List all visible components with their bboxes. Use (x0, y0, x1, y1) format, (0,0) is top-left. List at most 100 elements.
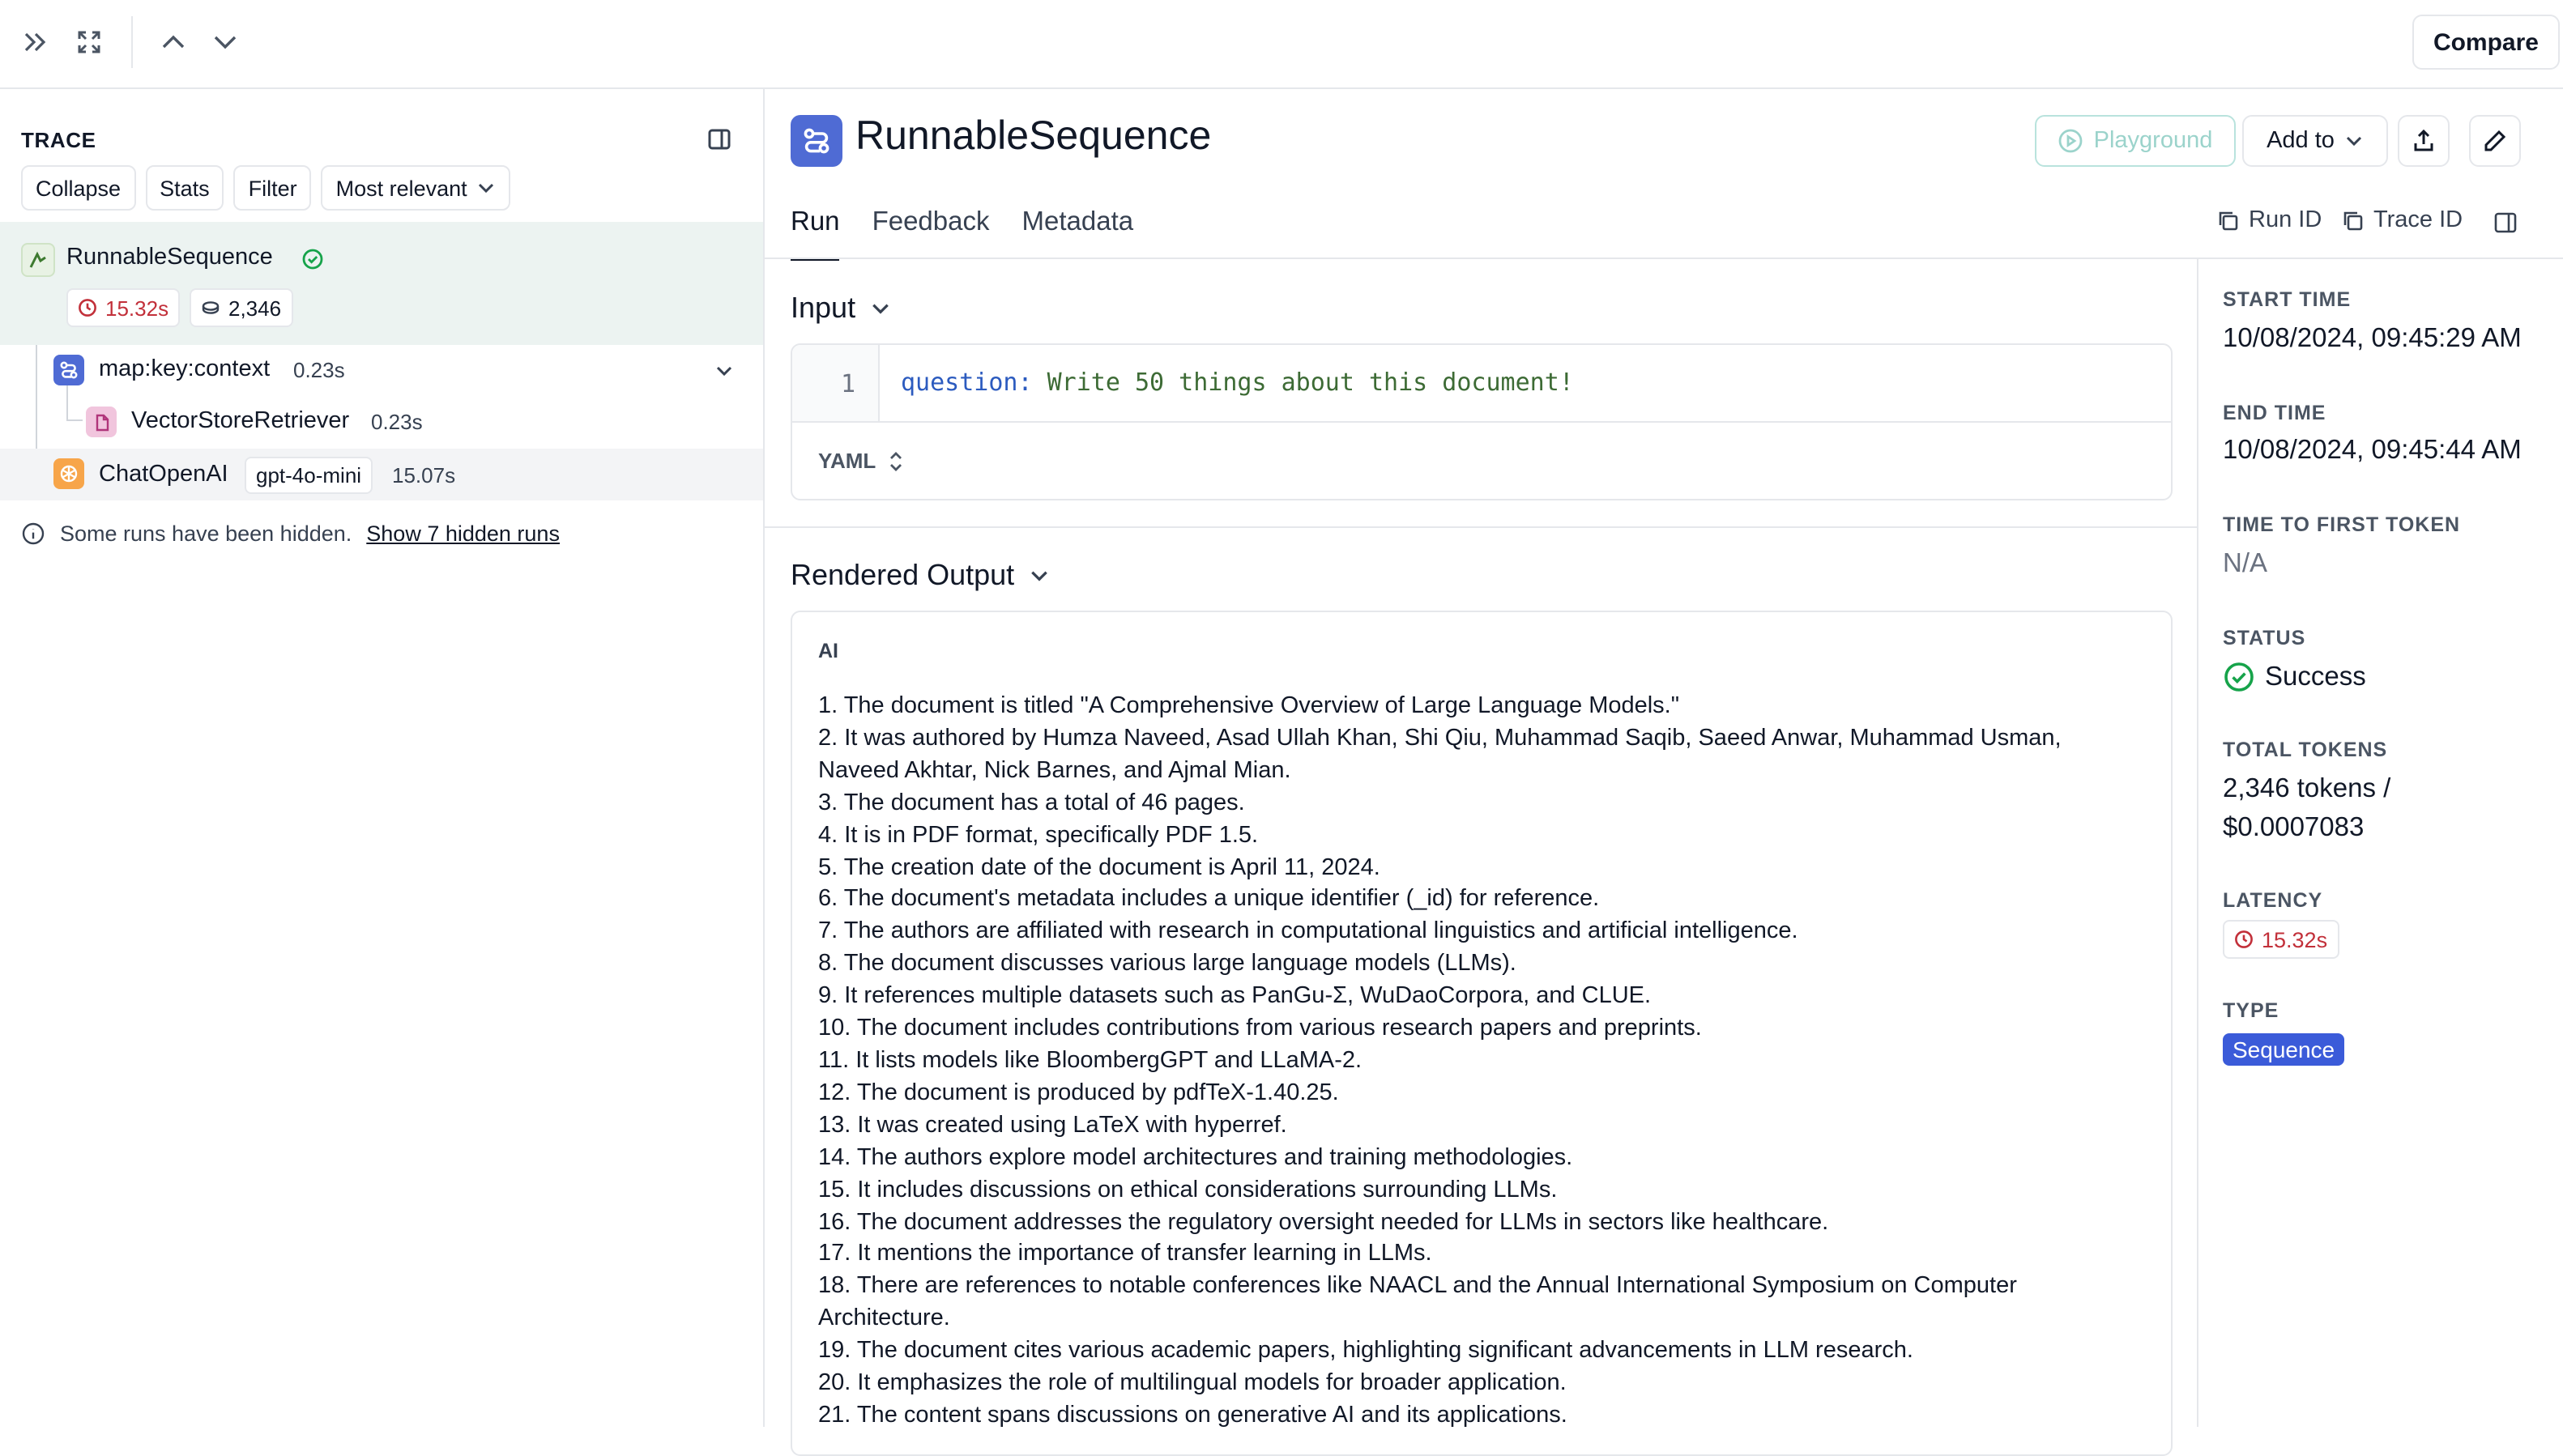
latency-value: 15.32s (2262, 927, 2328, 952)
format-bar: YAML (792, 421, 2171, 499)
token-value: 2,346 (228, 296, 282, 320)
tree-line (66, 419, 83, 421)
output-line: 11. It lists models like BloombergGPT an… (818, 1047, 1363, 1074)
clock-icon (79, 299, 96, 317)
input-code-editor[interactable]: 1 question: Write 50 things about this d… (791, 343, 2173, 500)
output-line: 5. The creation date of the document is … (818, 854, 1380, 881)
trace-panel: TRACE Collapse Stats Filter Most relevan… (0, 89, 765, 1427)
collapse-panel-icon[interactable] (13, 19, 58, 65)
tree-line (66, 384, 68, 419)
copy-icon (2343, 211, 2363, 230)
chevron-up-icon[interactable] (151, 19, 196, 65)
tab-run[interactable]: Run (791, 207, 840, 261)
tab-feedback[interactable]: Feedback (872, 207, 990, 258)
sequence-icon (791, 115, 842, 167)
format-selector[interactable]: YAML (818, 449, 903, 473)
sequence-icon (53, 355, 84, 385)
output-line: 13. It was created using LaTeX with hype… (818, 1112, 1287, 1139)
output-line: 6. The document's metadata includes a un… (818, 886, 1600, 913)
page-title: RunnableSequence (855, 113, 1212, 159)
output-line: 21. The content spans discussions on gen… (818, 1402, 1567, 1428)
type-label: TYPE (2223, 999, 2279, 1022)
token-coin-icon (202, 301, 220, 314)
openai-icon (53, 458, 84, 489)
output-line: 9. It references multiple datasets such … (818, 983, 1652, 1010)
total-cost-value: $0.0007083 (2223, 813, 2365, 842)
message-role-label: AI (818, 640, 838, 662)
latency-badge: 15.32s (66, 288, 181, 327)
chain-icon (21, 243, 55, 277)
ttft-label: TIME TO FIRST TOKEN (2223, 513, 2461, 536)
total-tokens-value: 2,346 tokens / (2223, 774, 2391, 803)
share-button[interactable] (2398, 115, 2450, 167)
compare-button[interactable]: Compare (2412, 15, 2560, 70)
type-badge: Sequence (2223, 1033, 2345, 1066)
format-label: YAML (818, 449, 876, 473)
trace-id-label: Trace ID (2373, 207, 2463, 233)
node-time: 15.07s (392, 463, 456, 487)
collapse-button[interactable]: Collapse (21, 165, 136, 211)
stats-button[interactable]: Stats (145, 165, 224, 211)
output-line: 4. It is in PDF format, specifically PDF… (818, 822, 1259, 849)
copy-trace-id-button[interactable]: Trace ID (2341, 207, 2463, 233)
output-line: 16. The document addresses the regulator… (818, 1209, 1829, 1235)
code-line: question: Write 50 things about this doc… (901, 368, 1574, 397)
tree-item-vector-store-retriever[interactable]: VectorStoreRetriever (131, 408, 349, 434)
code-key: question: (901, 368, 1033, 397)
copy-icon (2219, 211, 2238, 230)
add-to-button[interactable]: Add to (2242, 115, 2388, 167)
output-section-toggle[interactable]: Rendered Output (791, 559, 1050, 593)
end-time-value: 10/08/2024, 09:45:44 AM (2223, 436, 2522, 465)
status-value-row: Success (2223, 661, 2366, 693)
output-line: 7. The authors are affiliated with resea… (818, 918, 1798, 945)
output-line: 8. The document discusses various large … (818, 951, 1516, 977)
code-value: Write 50 things about this document! (1032, 368, 1574, 397)
info-icon (22, 522, 45, 545)
playground-button[interactable]: Playground (2035, 115, 2236, 167)
chevron-down-icon[interactable] (203, 19, 248, 65)
sort-dropdown[interactable]: Most relevant (321, 165, 511, 211)
hidden-runs-notice: Some runs have been hidden. Show 7 hidde… (21, 522, 560, 546)
trace-filter-chips: Collapse Stats Filter Most relevant (21, 165, 511, 211)
input-section-toggle[interactable]: Input (791, 292, 891, 326)
output-line: 19. The document cites various academic … (818, 1338, 1913, 1364)
tree-item-chat-openai: ChatOpenAI (99, 462, 228, 487)
filter-button[interactable]: Filter (233, 165, 312, 211)
expand-icon[interactable] (66, 19, 112, 65)
run-details-sidebar: START TIME 10/08/2024, 09:45:29 AM END T… (2223, 259, 2563, 1427)
top-toolbar: Compare (0, 0, 2563, 89)
run-content: Input 1 question: Write 50 things about … (765, 259, 2198, 1456)
start-time-label: START TIME (2223, 288, 2352, 311)
run-detail-panel: RunnableSequence Playground Add to Run F… (765, 89, 2563, 1456)
retriever-document-icon (86, 407, 117, 437)
copy-run-id-button[interactable]: Run ID (2216, 207, 2322, 233)
output-list: 1. The document is titled "A Comprehensi… (818, 692, 2114, 1433)
chevron-down-icon[interactable] (711, 358, 737, 384)
output-line: 14. The authors explore model architectu… (818, 1144, 1573, 1171)
upload-icon (2414, 129, 2433, 151)
sidebar-toggle-icon[interactable] (2492, 209, 2518, 235)
root-node-name: RunnableSequence (66, 245, 273, 270)
tree-item-map-key-context[interactable]: map:key:context (99, 356, 270, 382)
model-badge: gpt-4o-mini (245, 457, 373, 494)
trace-title: TRACE (21, 128, 96, 152)
latency-label: LATENCY (2223, 889, 2323, 912)
sort-dropdown-label: Most relevant (335, 176, 467, 200)
edit-button[interactable] (2469, 115, 2521, 167)
output-line: 20. It emphasizes the role of multilingu… (818, 1370, 1567, 1397)
input-section-title: Input (791, 292, 856, 324)
line-number: 1 (792, 345, 880, 421)
output-line: 18. There are references to notable conf… (818, 1273, 2017, 1332)
status-value: Success (2265, 662, 2366, 691)
latency-badge: 15.32s (2223, 920, 2339, 959)
output-line: 2. It was authored by Humza Naveed, Asad… (818, 725, 2062, 784)
add-to-label: Add to (2267, 128, 2335, 154)
run-id-label: Run ID (2249, 207, 2322, 233)
panel-toggle-icon[interactable] (703, 123, 736, 155)
token-badge: 2,346 (190, 288, 293, 327)
tab-metadata[interactable]: Metadata (1022, 207, 1134, 258)
show-hidden-runs-link[interactable]: Show 7 hidden runs (366, 522, 560, 546)
output-line: 3. The document has a total of 46 pages. (818, 790, 1245, 816)
chevron-up-down-icon (889, 451, 902, 470)
chevron-down-icon (872, 304, 889, 314)
